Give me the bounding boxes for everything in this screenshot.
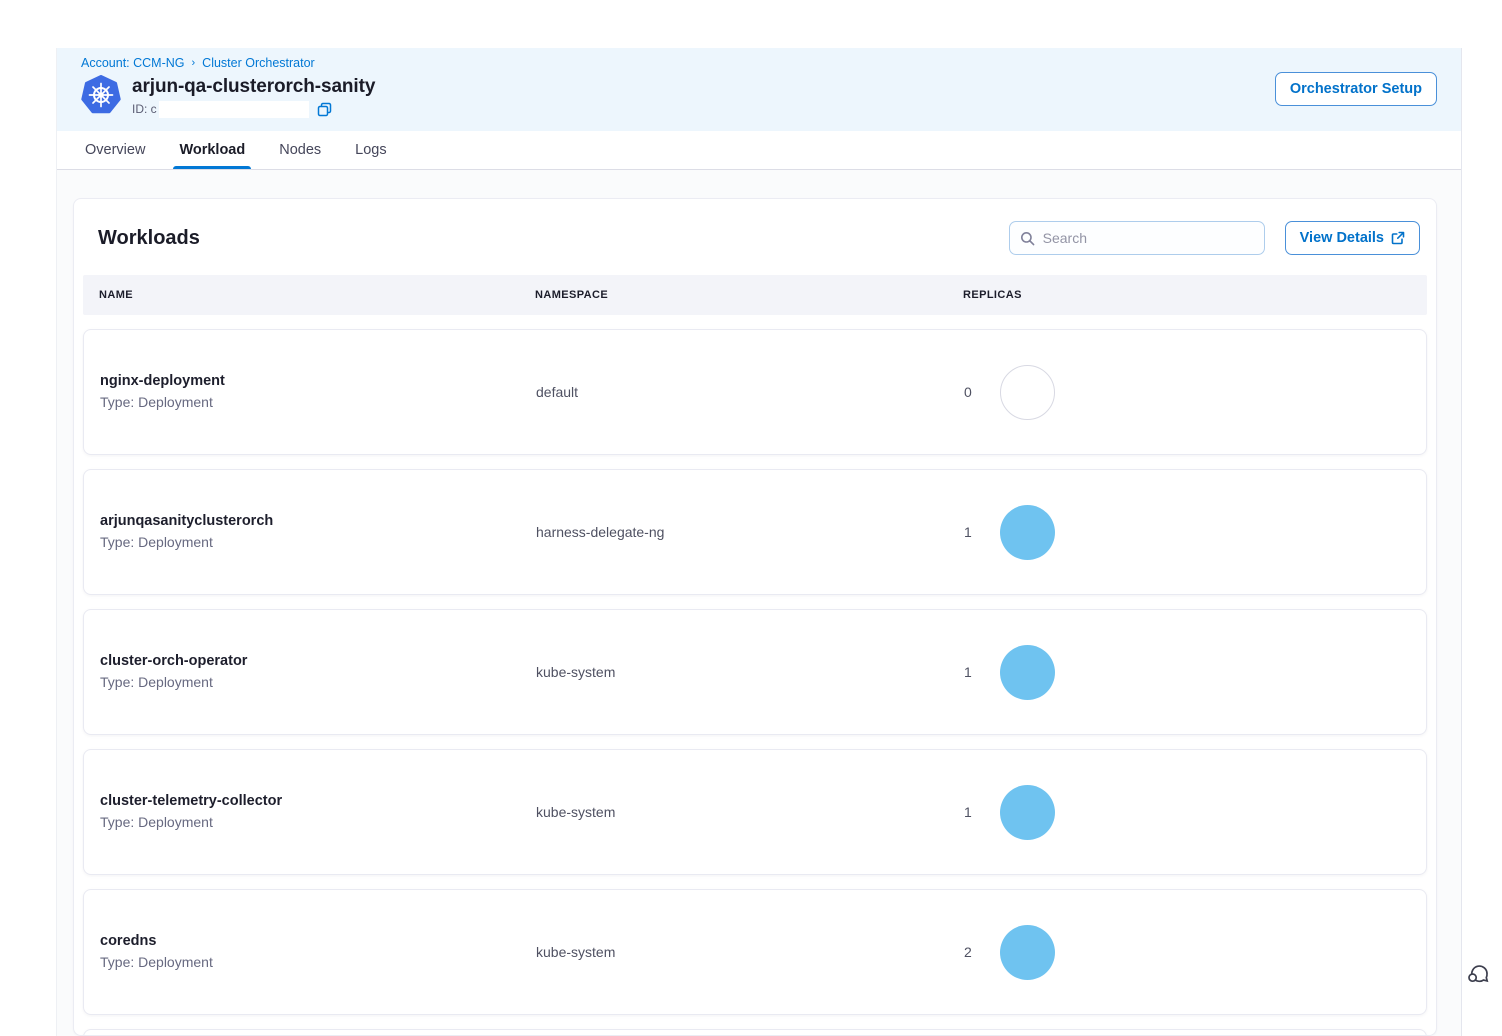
breadcrumb-section-link[interactable]: Cluster Orchestrator (202, 56, 315, 70)
breadcrumb-account-link[interactable]: Account: CCM-NG (81, 56, 185, 70)
table-row-partial[interactable] (83, 1029, 1427, 1036)
workload-name: cluster-telemetry-collector (100, 791, 536, 812)
workload-name: coredns (100, 931, 536, 952)
search-icon (1020, 231, 1035, 246)
replica-count: 0 (964, 384, 974, 400)
view-details-button[interactable]: View Details (1285, 221, 1420, 255)
view-details-label: View Details (1300, 230, 1384, 246)
replica-count: 2 (964, 944, 974, 960)
external-link-icon (1391, 231, 1405, 245)
orchestrator-setup-label: Orchestrator Setup (1290, 81, 1422, 97)
entity-id-row: ID: c (132, 101, 375, 118)
table-row[interactable]: nginx-deployment Type: Deployment defaul… (83, 329, 1427, 455)
breadcrumb-separator-icon: › (192, 57, 196, 69)
workload-type: Type: Deployment (100, 672, 536, 692)
search-box[interactable] (1009, 221, 1265, 255)
workload-rows: nginx-deployment Type: Deployment defaul… (83, 329, 1427, 1015)
workload-name: nginx-deployment (100, 371, 536, 392)
workloads-panel: Workloads View Details (73, 198, 1437, 1036)
page-header: Account: CCM-NG › Cluster Orchestrator (57, 48, 1461, 131)
column-header-name: NAME (99, 289, 535, 301)
search-input[interactable] (1043, 230, 1254, 246)
replica-count: 1 (964, 804, 974, 820)
app-container: Account: CCM-NG › Cluster Orchestrator (56, 48, 1462, 1036)
chat-bubble-icon[interactable] (1464, 960, 1490, 986)
table-row[interactable]: coredns Type: Deployment kube-system 2 (83, 889, 1427, 1015)
workload-type: Type: Deployment (100, 392, 536, 412)
content-area: Workloads View Details (57, 170, 1461, 1036)
entity-id-label: ID: c (132, 102, 157, 116)
replica-count: 1 (964, 524, 974, 540)
workload-name: cluster-orch-operator (100, 651, 536, 672)
workload-name: arjunqasanityclusterorch (100, 511, 536, 532)
tab-workload[interactable]: Workload (179, 131, 245, 169)
table-header-row: NAME NAMESPACE REPLICAS (83, 275, 1427, 315)
tab-overview[interactable]: Overview (85, 131, 145, 169)
workload-type: Type: Deployment (100, 812, 536, 832)
table-row[interactable]: cluster-orch-operator Type: Deployment k… (83, 609, 1427, 735)
workload-type: Type: Deployment (100, 532, 536, 552)
replica-status-circle (1000, 505, 1055, 560)
table-row[interactable]: arjunqasanityclusterorch Type: Deploymen… (83, 469, 1427, 595)
breadcrumb: Account: CCM-NG › Cluster Orchestrator (81, 56, 1437, 70)
workload-type: Type: Deployment (100, 952, 536, 972)
replica-count: 1 (964, 664, 974, 680)
workload-namespace: kube-system (536, 944, 964, 960)
replica-status-circle (1000, 785, 1055, 840)
column-header-namespace: NAMESPACE (535, 289, 963, 301)
orchestrator-setup-button[interactable]: Orchestrator Setup (1275, 72, 1437, 106)
replica-status-circle (1000, 925, 1055, 980)
entity-id-redacted-value (159, 101, 309, 118)
tab-logs[interactable]: Logs (355, 131, 386, 169)
copy-icon[interactable] (317, 102, 332, 117)
table-row[interactable]: cluster-telemetry-collector Type: Deploy… (83, 749, 1427, 875)
tab-bar: Overview Workload Nodes Logs (57, 131, 1461, 170)
workload-namespace: kube-system (536, 804, 964, 820)
replica-status-circle (1000, 645, 1055, 700)
workload-namespace: harness-delegate-ng (536, 524, 964, 540)
kubernetes-icon (81, 75, 121, 115)
workloads-title: Workloads (98, 227, 200, 250)
replica-status-circle (1000, 365, 1055, 420)
tab-nodes[interactable]: Nodes (279, 131, 321, 169)
page-title: arjun-qa-clusterorch-sanity (132, 75, 375, 99)
column-header-replicas: REPLICAS (963, 289, 1411, 301)
workload-namespace: kube-system (536, 664, 964, 680)
workload-namespace: default (536, 384, 964, 400)
